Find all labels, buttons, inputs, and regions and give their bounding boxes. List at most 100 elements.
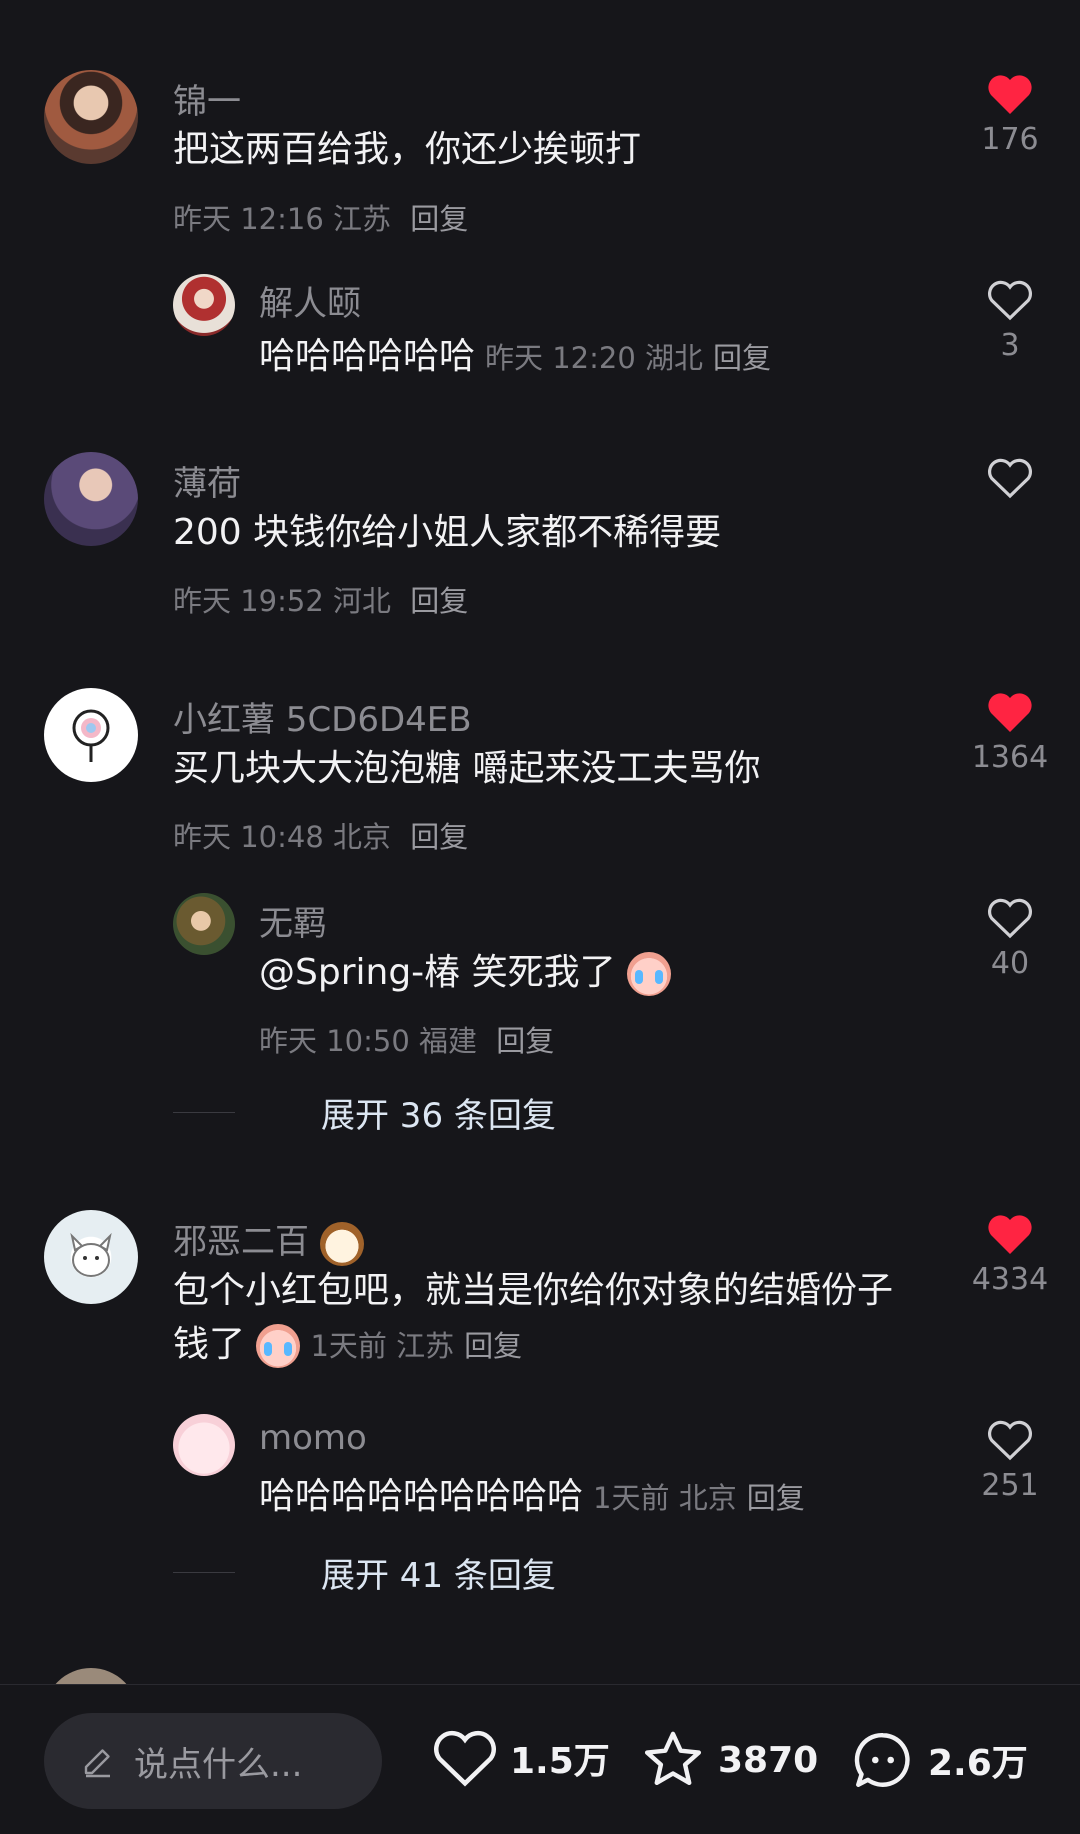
reply-meta: 昨天 10:50 福建 回复: [259, 1018, 554, 1060]
like-button[interactable]: 40: [960, 896, 1060, 981]
comment-meta: 昨天 19:52 河北 回复: [173, 578, 468, 620]
crying-laughing-emoji: [627, 952, 672, 996]
like-button[interactable]: 176: [960, 72, 1060, 157]
avatar[interactable]: [173, 893, 235, 955]
lollipop-icon: [72, 709, 110, 762]
reply-text[interactable]: 哈哈哈哈哈哈哈哈哈 1天前 北京 回复: [259, 1470, 805, 1524]
expand-replies-label: 展开 41 条回复: [321, 1556, 556, 1596]
comment-location: 北京: [333, 820, 392, 854]
like-count: 176: [981, 122, 1039, 157]
reply-button[interactable]: 回复: [410, 202, 468, 236]
heart-filled-icon: [988, 693, 1032, 732]
like-button[interactable]: 1364: [960, 690, 1060, 775]
reply-username[interactable]: 无羁: [259, 896, 327, 945]
reply-username[interactable]: 解人颐: [259, 276, 361, 325]
comment-meta: 昨天 12:16 江苏 回复: [173, 196, 468, 238]
comment-time: 1天前: [310, 1329, 387, 1363]
post-like-count: 1.5万: [510, 1741, 610, 1782]
expand-replies-button[interactable]: 展开 36 条回复: [173, 1088, 556, 1137]
reply-time: 1天前: [593, 1481, 670, 1515]
reply-text[interactable]: 哈哈哈哈哈哈 昨天 12:20 湖北 回复: [259, 330, 771, 384]
expand-replies-label: 展开 36 条回复: [321, 1096, 556, 1136]
reply-button[interactable]: 回复: [713, 341, 771, 375]
like-button[interactable]: 3: [960, 278, 1060, 363]
comment-location: 江苏: [333, 202, 392, 236]
comment-location: 河北: [333, 584, 392, 618]
cartoon-dog-icon: [70, 1232, 112, 1277]
comment-username[interactable]: 小红薯 5CD6D4EB: [173, 692, 472, 741]
reply-location: 湖北: [645, 341, 704, 375]
comment-meta: 1天前 江苏 回复: [310, 1329, 522, 1363]
comment-username[interactable]: 邪恶二百: [173, 1214, 364, 1266]
comment-text[interactable]: 200 块钱你给小姐人家都不稀得要: [173, 506, 721, 560]
favorite-post-button[interactable]: 3870: [638, 1727, 818, 1793]
heart-outline-icon: [988, 280, 1032, 321]
heart-outline-icon: [988, 898, 1032, 939]
comment-text[interactable]: 买几块大大泡泡糖 嚼起来没工夫骂你: [173, 742, 760, 796]
divider-line: [173, 1572, 235, 1573]
divider-line: [173, 1112, 235, 1113]
reply-time: 昨天 10:50: [259, 1024, 410, 1058]
reply-meta: 昨天 12:20 湖北 回复: [485, 341, 771, 375]
crying-laughing-emoji: [256, 1324, 301, 1368]
comment-username[interactable]: 薄荷: [173, 456, 241, 505]
reply-text-body: 哈哈哈哈哈哈哈哈哈: [259, 1476, 584, 1517]
heart-outline-icon: [434, 1730, 496, 1787]
comment-meta: 昨天 10:48 北京 回复: [173, 814, 468, 856]
comment-time: 昨天 10:48: [173, 820, 324, 854]
reply-meta: 1天前 北京 回复: [593, 1481, 805, 1515]
like-count: 251: [981, 1468, 1039, 1503]
like-post-button[interactable]: 1.5万: [430, 1727, 610, 1789]
avatar[interactable]: [44, 1668, 138, 1684]
heart-filled-icon: [988, 1215, 1032, 1254]
comment-feed[interactable]: 锦一 把这两百给我，你还少挨顿打 昨天 12:16 江苏 回复 176 解人颐 …: [0, 0, 1080, 1684]
avatar[interactable]: [44, 1210, 138, 1304]
reply-username[interactable]: momo: [259, 1418, 367, 1458]
like-count: 1364: [971, 740, 1049, 775]
pencil-icon: [84, 1749, 110, 1778]
reply-time: 昨天 12:20: [485, 341, 636, 375]
reply-button[interactable]: 回复: [496, 1024, 554, 1058]
avatar[interactable]: [44, 452, 138, 546]
comment-text-line: 钱了: [173, 1324, 246, 1365]
like-button[interactable]: 4334: [960, 1212, 1060, 1297]
bottom-action-bar: 说点什么... 1.5万 3870 2.6万: [0, 1684, 1080, 1834]
like-count: 3: [1000, 328, 1020, 363]
avatar[interactable]: [173, 274, 235, 336]
post-comment-count: 2.6万: [928, 1743, 1028, 1784]
comment-username[interactable]: 锦一: [173, 74, 241, 123]
like-button[interactable]: [960, 456, 1060, 500]
heart-outline-icon: [988, 1420, 1032, 1461]
comment-location: 江苏: [396, 1329, 455, 1363]
avatar[interactable]: [173, 1414, 235, 1476]
heart-outline-icon: [988, 458, 1032, 499]
reply-button[interactable]: 回复: [410, 820, 468, 854]
comment-text[interactable]: 包个小红包吧，就当是你给你对象的结婚份子 钱了 1天前 江苏 回复: [173, 1264, 893, 1372]
like-button[interactable]: 251: [960, 1418, 1060, 1503]
heart-filled-icon: [988, 75, 1032, 114]
expand-replies-button[interactable]: 展开 41 条回复: [173, 1548, 556, 1597]
comment-time: 昨天 12:16: [173, 202, 324, 236]
comment-username-text: 邪恶二百: [173, 1222, 309, 1262]
star-icon: [644, 1731, 702, 1786]
avatar[interactable]: [44, 688, 138, 782]
reply-button[interactable]: 回复: [747, 1481, 805, 1515]
comment-time: 昨天 19:52: [173, 584, 324, 618]
reply-text[interactable]: @Spring-椿 笑死我了: [259, 946, 672, 1000]
comments-page: 锦一 把这两百给我，你还少挨顿打 昨天 12:16 江苏 回复 176 解人颐 …: [0, 0, 1080, 1834]
reply-button[interactable]: 回复: [410, 584, 468, 618]
comment-text[interactable]: 把这两百给我，你还少挨顿打: [173, 123, 641, 177]
avatar[interactable]: [44, 70, 138, 164]
post-favorite-count: 3870: [718, 1739, 819, 1781]
comment-post-button[interactable]: 2.6万: [848, 1727, 1028, 1793]
reply-location: 福建: [419, 1024, 478, 1058]
comment-input[interactable]: 说点什么...: [44, 1713, 382, 1809]
like-count: 40: [990, 946, 1030, 981]
comment-bubble-icon: [854, 1733, 910, 1787]
comment-input-placeholder: 说点什么...: [134, 1744, 303, 1785]
comment-text-line: 包个小红包吧，就当是你给你对象的结婚份子: [173, 1270, 894, 1311]
reply-text-body: @Spring-椿 笑死我了: [259, 952, 616, 993]
reply-button[interactable]: 回复: [464, 1329, 522, 1363]
dog-emoji: [319, 1221, 364, 1266]
like-count: 4334: [971, 1262, 1049, 1297]
